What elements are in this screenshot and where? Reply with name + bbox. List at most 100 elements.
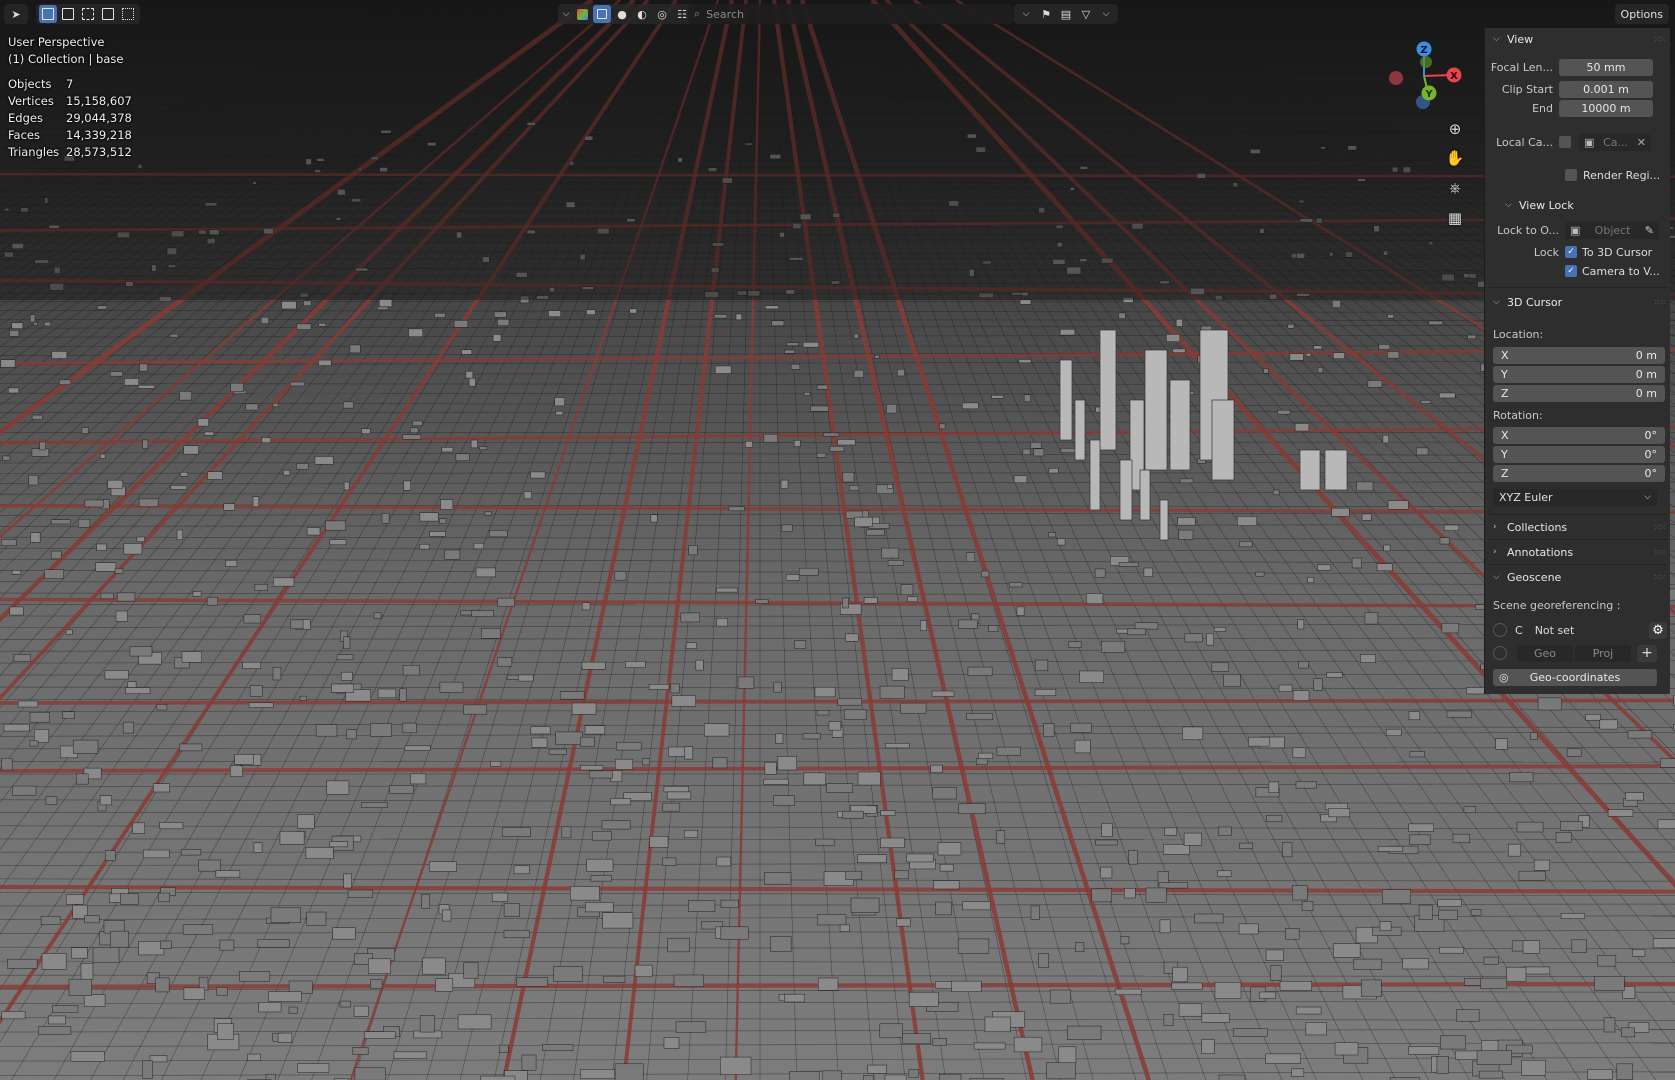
filter-icon[interactable]: ▽ xyxy=(1077,5,1095,23)
shading-rendered-icon[interactable]: ◎ xyxy=(653,5,671,23)
select-invert-icon[interactable] xyxy=(99,5,117,23)
select-extend-icon[interactable] xyxy=(59,5,77,23)
cursor-tool-icon[interactable]: ➤ xyxy=(7,5,25,23)
view-panel-header[interactable]: ⌵ View ⁙⁙ xyxy=(1485,28,1671,50)
cursor-location-y[interactable]: Y0 m xyxy=(1493,365,1665,383)
local-camera-field[interactable]: ▣ Ca... ✕ xyxy=(1579,133,1651,151)
skyscraper xyxy=(1159,499,1169,541)
drag-grip-icon[interactable]: ⁙⁙ xyxy=(1654,298,1666,307)
selection-mode-group[interactable] xyxy=(36,4,140,24)
building-block xyxy=(1218,1074,1246,1080)
drag-grip-icon[interactable]: ⁙⁙ xyxy=(1654,573,1666,582)
building-block xyxy=(1566,748,1582,757)
skyscraper xyxy=(1169,379,1191,471)
building-block xyxy=(1101,640,1126,653)
drag-grip-icon[interactable]: ⁙⁙ xyxy=(1654,35,1666,44)
cursor-rotation-z[interactable]: Z 0° xyxy=(1493,464,1665,482)
cursor-location-x[interactable]: X0 m xyxy=(1493,346,1665,364)
building-block xyxy=(853,369,864,378)
building-block xyxy=(404,745,431,751)
building-block xyxy=(1607,809,1634,817)
chevron-down-icon[interactable]: ⌵ xyxy=(1017,5,1035,23)
grid-line xyxy=(0,1042,1675,1047)
overlay-color-icon[interactable] xyxy=(573,5,591,23)
building-block xyxy=(704,723,730,737)
camera-to-view-checkbox[interactable]: ✓ xyxy=(1565,265,1577,277)
neg-x-axis-ball[interactable] xyxy=(1389,71,1403,85)
select-tool-group[interactable]: ➤ xyxy=(4,4,28,24)
building-block xyxy=(28,474,39,486)
focal-length-field[interactable]: 50 mm xyxy=(1559,58,1653,76)
pan-hand-icon[interactable]: ✋ xyxy=(1443,146,1467,170)
building-block xyxy=(484,511,492,516)
building-block xyxy=(306,911,327,926)
shading-wireframe-icon[interactable] xyxy=(593,5,611,23)
shading-group[interactable]: ⌵ ● ◐ ◎ ☷ xyxy=(558,4,694,24)
zoom-icon[interactable]: ⊕ xyxy=(1443,117,1467,141)
cursor-location-z[interactable]: Z0 m xyxy=(1493,384,1665,402)
geo-button[interactable]: Geo xyxy=(1517,644,1573,662)
neg-y-axis-ball[interactable] xyxy=(1420,56,1432,68)
building-block xyxy=(129,646,153,657)
clip-end-field[interactable]: 10000 m xyxy=(1559,99,1653,117)
lock-to-object-field[interactable]: ▣ Object ✎ xyxy=(1565,221,1659,239)
gizmo-filter-group[interactable]: ⌵ ⚑ ▤ ▽ ⌵ xyxy=(1014,4,1118,24)
building-block xyxy=(650,514,658,523)
building-block xyxy=(9,330,20,337)
building-block xyxy=(548,310,561,317)
shading-material-icon[interactable]: ◐ xyxy=(633,5,651,23)
perspective-grid-icon[interactable]: ▦ xyxy=(1443,206,1467,230)
clip-start-field[interactable]: 0.001 m xyxy=(1559,80,1653,98)
3d-cursor-panel-header[interactable]: ⌵ 3D Cursor ⁙⁙ xyxy=(1485,291,1671,313)
shading-solid-icon[interactable]: ● xyxy=(613,5,631,23)
view-lock-header[interactable]: ⌵ View Lock xyxy=(1485,194,1671,216)
radio-icon[interactable] xyxy=(1493,646,1507,660)
geoscene-panel-header[interactable]: ⌵ Geoscene ⁙⁙ xyxy=(1485,566,1671,588)
collections-panel-header[interactable]: › Collections ⁙⁙ xyxy=(1485,516,1671,538)
geo-coordinates-button[interactable]: ◎ Geo-coordinates xyxy=(1493,668,1657,686)
building-block xyxy=(1217,870,1232,877)
chevron-down-icon[interactable]: ⌵ xyxy=(1097,5,1115,23)
layout-icon[interactable]: ▤ xyxy=(1057,5,1075,23)
cursor-rotation-x[interactable]: X 0° xyxy=(1493,426,1665,444)
shading-options-icon[interactable]: ☷ xyxy=(673,5,691,23)
grid-line xyxy=(0,300,1675,303)
add-icon[interactable]: + xyxy=(1637,644,1657,662)
radio-icon[interactable] xyxy=(1493,623,1507,637)
gear-icon[interactable]: ⚙ xyxy=(1649,621,1667,639)
bookmark-icon[interactable]: ⚑ xyxy=(1037,5,1055,23)
cursor-rotation-y[interactable]: Y 0° xyxy=(1493,445,1665,463)
close-icon[interactable]: ✕ xyxy=(1637,136,1646,149)
3d-viewport[interactable] xyxy=(0,0,1675,1080)
drag-grip-icon[interactable]: ⁙⁙ xyxy=(1654,523,1666,532)
local-camera-checkbox[interactable] xyxy=(1559,136,1571,148)
building-block xyxy=(242,661,261,669)
building-block xyxy=(850,897,880,913)
annotations-panel-header[interactable]: › Annotations ⁙⁙ xyxy=(1485,541,1671,563)
render-region-checkbox[interactable] xyxy=(1565,169,1577,181)
city-wireframe-scene[interactable] xyxy=(0,0,1675,1080)
proj-button[interactable]: Proj xyxy=(1575,644,1631,662)
select-new-icon[interactable] xyxy=(39,5,57,23)
drag-grip-icon[interactable]: ⁙⁙ xyxy=(1654,548,1666,557)
building-block xyxy=(1177,517,1196,526)
building-block xyxy=(1120,936,1130,945)
view-name: User Perspective xyxy=(8,35,105,49)
select-intersect-icon[interactable] xyxy=(119,5,137,23)
camera-view-icon[interactable]: ⎈ xyxy=(1443,176,1467,200)
building-block xyxy=(1408,1046,1440,1055)
navigation-gizmo[interactable]: X Y Z xyxy=(1386,38,1462,114)
building-block xyxy=(473,542,484,550)
rotation-mode-dropdown[interactable]: XYZ Euler ⌵ xyxy=(1493,488,1665,506)
eyedropper-icon[interactable]: ✎ xyxy=(1645,224,1654,237)
lock-to-3d-cursor-checkbox[interactable]: ✓ xyxy=(1565,246,1577,258)
building-block xyxy=(957,938,990,954)
building-block xyxy=(962,901,991,911)
building-block xyxy=(1652,938,1675,949)
building-block xyxy=(1446,710,1472,718)
select-subtract-icon[interactable] xyxy=(79,5,97,23)
building-block xyxy=(1171,982,1203,990)
chevron-down-icon[interactable]: ⌵ xyxy=(561,5,571,23)
building-block xyxy=(1571,939,1587,953)
building-block xyxy=(368,958,391,975)
